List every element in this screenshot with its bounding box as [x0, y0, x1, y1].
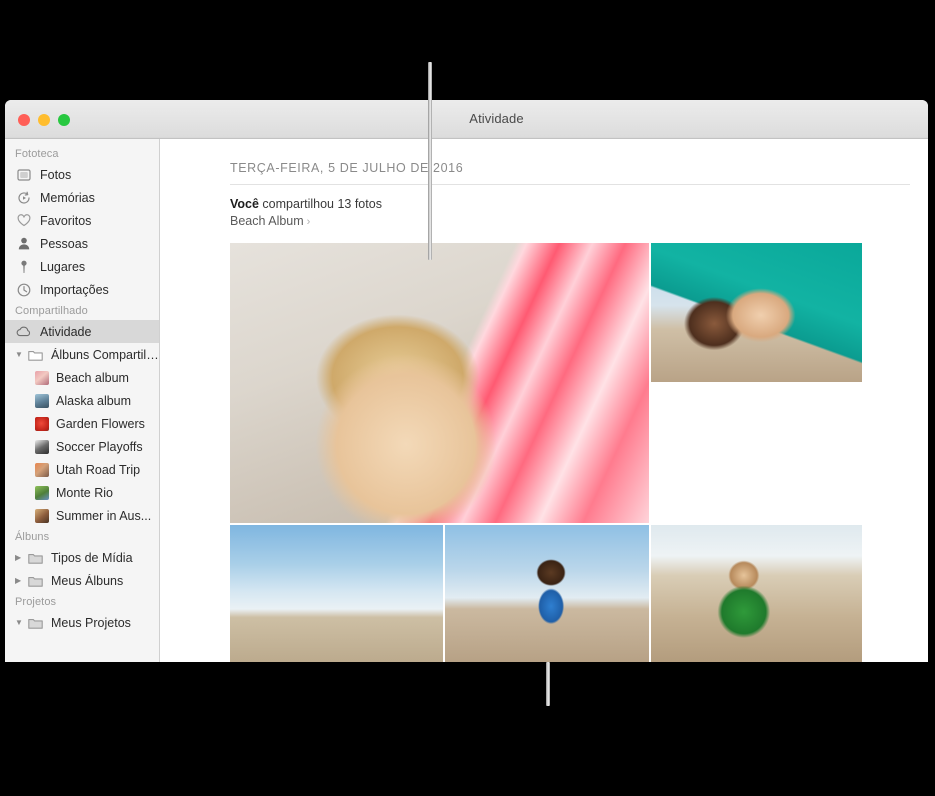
- sidebar-item-meus-projetos[interactable]: ▼ Meus Projetos: [5, 611, 159, 634]
- album-thumbnail: [35, 463, 49, 477]
- photo-grid-row: [230, 243, 862, 523]
- sidebar-item-label: Soccer Playoffs: [56, 440, 143, 454]
- photo-thumbnail: [651, 243, 862, 382]
- activity-actor: Você: [230, 197, 259, 211]
- activity-feed: TERÇA-FEIRA, 5 DE JULHO DE 2016 Você com…: [160, 139, 928, 662]
- album-thumbnail: [35, 394, 49, 408]
- cloud-icon: [15, 324, 33, 340]
- sidebar-item-label: Meus Álbuns: [51, 574, 123, 588]
- sidebar-item-label: Álbuns Compartilh...: [51, 348, 159, 362]
- sidebar-item-label: Alaska album: [56, 394, 131, 408]
- sidebar-item-importacoes[interactable]: Importações: [5, 278, 159, 301]
- sidebar-item-label: Garden Flowers: [56, 417, 145, 431]
- window-title: Atividade: [5, 111, 928, 126]
- sidebar-section-header-compartilhado: Compartilhado: [5, 301, 159, 320]
- folder-icon: [26, 550, 44, 566]
- sidebar-item-label: Meus Projetos: [51, 616, 131, 630]
- album-thumbnail: [35, 509, 49, 523]
- album-thumbnail: [35, 440, 49, 454]
- sidebar-item-label: Summer in Aus...: [56, 509, 151, 523]
- folder-icon: [26, 347, 44, 363]
- sidebar-item-memorias[interactable]: Memórias: [5, 186, 159, 209]
- photo-grid: [230, 243, 862, 662]
- photo-grid-row: [230, 525, 862, 662]
- screenshot-stage: Atividade Fototeca Fotos Memórias: [0, 0, 935, 796]
- activity-date-header: TERÇA-FEIRA, 5 DE JULHO DE 2016: [160, 139, 928, 184]
- photos-app-window: Atividade Fototeca Fotos Memórias: [5, 100, 928, 662]
- photo-cell-girl-with-pink-towel[interactable]: [230, 243, 649, 523]
- person-icon: [15, 236, 33, 252]
- sidebar-item-favoritos[interactable]: Favoritos: [5, 209, 159, 232]
- photos-icon: [15, 167, 33, 183]
- sidebar-section-header-projetos: Projetos: [5, 592, 159, 611]
- folder-icon: [26, 615, 44, 631]
- sidebar-album-beach-album[interactable]: Beach album: [5, 366, 159, 389]
- callout-line-bottom: [546, 662, 550, 706]
- window-toolbar: Atividade: [5, 100, 928, 139]
- sidebar-item-label: Lugares: [40, 260, 85, 274]
- disclosure-triangle-open-icon[interactable]: ▼: [15, 351, 24, 359]
- memories-icon: [15, 190, 33, 206]
- disclosure-triangle-open-icon[interactable]: ▼: [15, 619, 24, 627]
- disclosure-triangle-closed-icon[interactable]: ▶: [15, 554, 24, 562]
- album-thumbnail: [35, 417, 49, 431]
- activity-action: compartilhou 13 fotos: [259, 197, 382, 211]
- sidebar-item-label: Beach album: [56, 371, 129, 385]
- sidebar[interactable]: Fototeca Fotos Memórias: [5, 139, 160, 662]
- sidebar-album-monte-rio[interactable]: Monte Rio: [5, 481, 159, 504]
- sidebar-album-summer-in-australia[interactable]: Summer in Aus...: [5, 504, 159, 527]
- sidebar-section-header-fototeca: Fototeca: [5, 144, 159, 163]
- sidebar-item-label: Importações: [40, 283, 109, 297]
- album-thumbnail: [35, 486, 49, 500]
- album-thumbnail: [35, 371, 49, 385]
- disclosure-triangle-closed-icon[interactable]: ▶: [15, 577, 24, 585]
- callout-line-top: [428, 62, 432, 260]
- photo-cell-boy-walking-on-beach[interactable]: [445, 525, 649, 662]
- sidebar-album-soccer-playoffs[interactable]: Soccer Playoffs: [5, 435, 159, 458]
- sidebar-item-tipos-de-midia[interactable]: ▶ Tipos de Mídia: [5, 546, 159, 569]
- chevron-right-icon: ›: [307, 216, 311, 228]
- heart-icon: [15, 213, 33, 229]
- photo-cell-stack: [651, 243, 862, 523]
- photo-cell-beach-sky-panorama[interactable]: [230, 525, 443, 662]
- photo-thumbnail: [230, 243, 649, 523]
- sidebar-album-utah-road-trip[interactable]: Utah Road Trip: [5, 458, 159, 481]
- sidebar-item-label: Tipos de Mídia: [51, 551, 133, 565]
- activity-share-description: Você compartilhou 13 fotos: [160, 185, 928, 213]
- sidebar-item-label: Memórias: [40, 191, 95, 205]
- photo-thumbnail: [651, 525, 862, 662]
- sidebar-item-label: Monte Rio: [56, 486, 113, 500]
- activity-album-link[interactable]: Beach Album›: [160, 213, 928, 231]
- folder-icon: [26, 573, 44, 589]
- sidebar-item-pessoas[interactable]: Pessoas: [5, 232, 159, 255]
- sidebar-album-garden-flowers[interactable]: Garden Flowers: [5, 412, 159, 435]
- sidebar-item-label: Atividade: [40, 325, 91, 339]
- sidebar-item-albuns-compartilhados[interactable]: ▼ Álbuns Compartilh...: [5, 343, 159, 366]
- photo-cell-mother-and-son-in-tent[interactable]: [651, 243, 862, 382]
- sidebar-item-label: Fotos: [40, 168, 71, 182]
- clock-icon: [15, 282, 33, 298]
- sidebar-album-alaska-album[interactable]: Alaska album: [5, 389, 159, 412]
- sidebar-section-header-albuns: Álbuns: [5, 527, 159, 546]
- sidebar-item-label: Favoritos: [40, 214, 91, 228]
- album-link-label: Beach Album: [230, 214, 304, 228]
- pin-icon: [15, 259, 33, 275]
- sidebar-item-label: Utah Road Trip: [56, 463, 140, 477]
- sidebar-item-meus-albuns[interactable]: ▶ Meus Álbuns: [5, 569, 159, 592]
- photo-cell-woman-smiling-on-beach[interactable]: [651, 525, 862, 662]
- photo-thumbnail: [651, 384, 862, 523]
- photo-cell-girl-with-frisbee[interactable]: [651, 384, 862, 523]
- sidebar-item-atividade[interactable]: Atividade: [5, 320, 159, 343]
- sidebar-item-label: Pessoas: [40, 237, 88, 251]
- photo-thumbnail: [445, 525, 649, 662]
- photo-thumbnail: [230, 525, 443, 662]
- window-body: Fototeca Fotos Memórias: [5, 139, 928, 662]
- sidebar-item-fotos[interactable]: Fotos: [5, 163, 159, 186]
- sidebar-item-lugares[interactable]: Lugares: [5, 255, 159, 278]
